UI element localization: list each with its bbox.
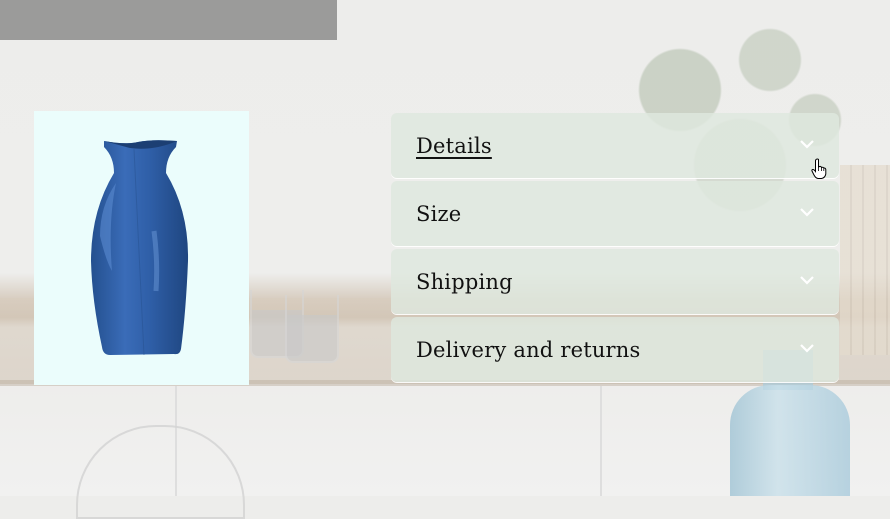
background-picture-frame <box>0 0 337 40</box>
accordion-item-details[interactable]: Details <box>391 113 839 178</box>
background-cabinet-divider <box>600 386 602 496</box>
chevron-down-icon[interactable] <box>799 342 815 354</box>
background-bottle <box>730 385 850 496</box>
accordion-item-shipping[interactable]: Shipping <box>391 249 839 314</box>
accordion-label-delivery-returns: Delivery and returns <box>416 337 641 362</box>
accordion-label-shipping: Shipping <box>416 269 513 294</box>
chevron-down-icon[interactable] <box>799 206 815 218</box>
chevron-down-icon[interactable] <box>799 138 815 150</box>
product-image <box>34 111 249 385</box>
background-books <box>840 165 890 355</box>
accordion-item-delivery-returns[interactable]: Delivery and returns <box>391 317 839 382</box>
product-info-accordion: Details Size Shipping Delivery and retur… <box>391 113 839 385</box>
background-candle <box>285 295 339 363</box>
chevron-down-icon[interactable] <box>799 274 815 286</box>
background-glass-bowl <box>76 425 245 519</box>
accordion-label-size: Size <box>416 201 462 226</box>
accordion-item-size[interactable]: Size <box>391 181 839 246</box>
blue-vase-image <box>91 140 189 356</box>
accordion-label-details: Details <box>416 133 492 158</box>
hand-pointer-cursor-icon <box>811 158 827 179</box>
